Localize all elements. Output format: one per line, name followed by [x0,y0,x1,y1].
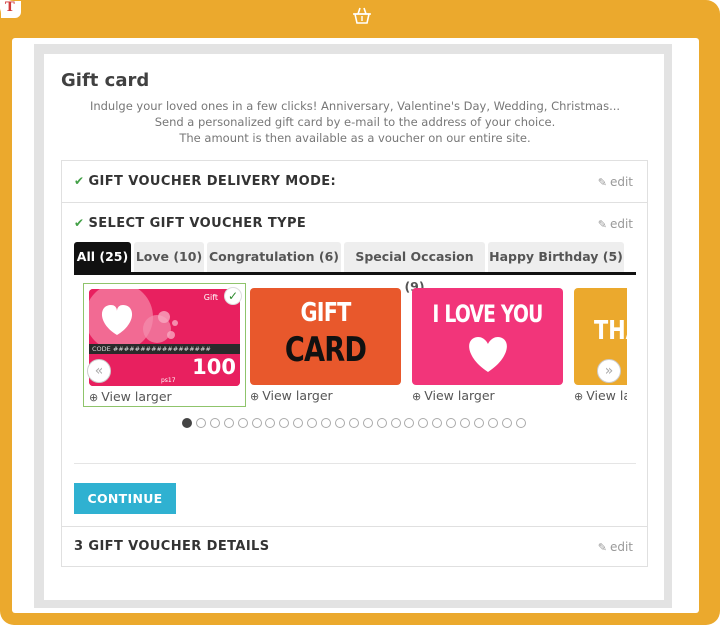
carousel-dot[interactable] [334,418,345,428]
heart-icon [469,337,507,372]
zoom-in-icon: ⊕ [412,390,422,403]
edit-label: edit [609,540,633,554]
carousel-dot[interactable] [515,418,526,428]
carousel-dot[interactable] [265,418,276,428]
carousel-dot[interactable] [182,418,192,428]
step-type-title: ✔ SELECT GIFT VOUCHER TYPE [74,216,306,231]
carousel-dot[interactable] [501,418,512,428]
carousel-dot[interactable] [390,418,401,428]
step-title-text: SELECT GIFT VOUCHER TYPE [88,216,307,231]
pencil-icon: ✎ [597,541,607,554]
card-text-line1: GIFT [300,298,351,328]
carousel-next-button[interactable]: » [597,359,621,383]
carousel-dot[interactable] [293,418,304,428]
gift-card-carousel: Gift CODE ################## 100 ps17 ✓ … [81,283,627,409]
category-tabs: All (25) Love (10) Congratulation (6) Sp… [74,242,636,294]
view-larger-label: View larger [101,389,172,404]
view-larger-link[interactable]: ⊕ View larger [412,388,495,403]
tab-congratulation[interactable]: Congratulation (6) [207,242,341,272]
view-larger-link[interactable]: ⊕ View larger [89,389,172,404]
page-intro: Indulge your loved ones in a few clicks!… [61,98,649,146]
carousel-dot[interactable] [223,418,234,428]
carousel-dot[interactable] [321,418,331,428]
card-text-line1: I LOVE YOU [432,300,543,328]
edit-delivery-link[interactable]: ✎ edit [598,175,633,189]
card-code: CODE ################## [92,345,211,353]
selected-check-icon: ✓ [224,287,242,305]
gift-card-option[interactable]: THA ⊕View la [569,283,627,407]
view-larger-label: View larger [262,388,333,403]
zoom-in-icon: ⊕ [250,390,260,403]
step-delivery-title: ✔ GIFT VOUCHER DELIVERY MODE: [74,174,336,189]
card-image-i-love-you: I LOVE YOU [412,288,563,385]
carousel-dot[interactable] [473,418,484,428]
carousel-dot[interactable] [362,418,373,428]
carousel-dot[interactable] [418,418,429,428]
step-title-text: GIFT VOUCHER DELIVERY MODE: [88,174,337,189]
edit-label: edit [609,217,633,231]
continue-button[interactable]: CONTINUE [74,483,176,514]
card-image-gift-card: GIFT CARD [250,288,401,385]
pencil-icon: ✎ [597,218,607,231]
intro-line: Send a personalized gift card by e-mail … [154,115,556,129]
view-larger-label: View larger [424,388,495,403]
step-delivery-mode: ✔ GIFT VOUCHER DELIVERY MODE: ✎ edit [61,160,648,202]
page-title: Gift card [61,70,150,91]
step-voucher-type: ✔ SELECT GIFT VOUCHER TYPE ✎ edit All (25)… [61,202,648,526]
carousel-dot[interactable] [404,418,415,428]
card-gift-label: Gift [203,293,218,302]
step-voucher-details: 3 GIFT VOUCHER DETAILS ✎ edit [61,526,648,567]
carousel-dot[interactable] [376,418,387,428]
gift-card-option[interactable]: I LOVE YOU ⊕ View larger [407,283,570,407]
carousel-dot[interactable] [487,418,498,428]
tab-happy-birthday[interactable]: Happy Birthday (5) [488,242,624,272]
card-text-line1: THA [594,316,627,346]
tab-love[interactable]: Love (10) [134,242,204,272]
tab-special-occasion[interactable]: Special Occasion (9) [344,242,485,294]
zoom-in-icon: ⊕ [89,391,99,404]
carousel-dot[interactable] [237,418,248,428]
divider [74,463,636,464]
carousel-dot[interactable] [195,418,206,428]
carousel-dot[interactable] [446,418,457,428]
check-icon: ✔ [74,216,85,230]
pencil-icon: ✎ [597,176,607,189]
app-logo: T [1,0,21,18]
carousel-dot[interactable] [279,418,290,428]
view-larger-label: View la [586,388,627,403]
carousel-dot[interactable] [432,418,443,428]
card-text-line2: CARD [284,330,367,370]
basket-icon[interactable] [351,5,373,25]
carousel-dot[interactable] [348,418,359,428]
card-image-pink-heart: Gift CODE ################## 100 ps17 [89,289,240,386]
card-footer: ps17 [161,377,176,384]
carousel-dot[interactable] [460,418,470,428]
gift-card-option[interactable]: Gift CODE ################## 100 ps17 ✓ … [83,283,246,407]
edit-details-link[interactable]: ✎ edit [598,540,633,554]
tab-all[interactable]: All (25) [74,242,131,272]
edit-type-link[interactable]: ✎ edit [598,217,633,231]
edit-label: edit [609,175,633,189]
carousel-dot[interactable] [209,418,220,428]
card-amount: 100 [192,355,236,379]
intro-line: The amount is then available as a vouche… [179,131,531,145]
carousel-prev-button[interactable]: « [87,359,111,383]
carousel-dot[interactable] [307,418,318,428]
intro-line: Indulge your loved ones in a few clicks!… [89,99,621,113]
view-larger-link[interactable]: ⊕ View larger [250,388,333,403]
check-icon: ✔ [74,174,85,188]
zoom-in-icon: ⊕ [574,390,584,403]
step-details-title: 3 GIFT VOUCHER DETAILS [74,539,270,554]
view-larger-link[interactable]: ⊕ View la [574,388,627,403]
carousel-dot[interactable] [251,418,262,428]
gift-card-option[interactable]: GIFT CARD ⊕ View larger [245,283,408,407]
